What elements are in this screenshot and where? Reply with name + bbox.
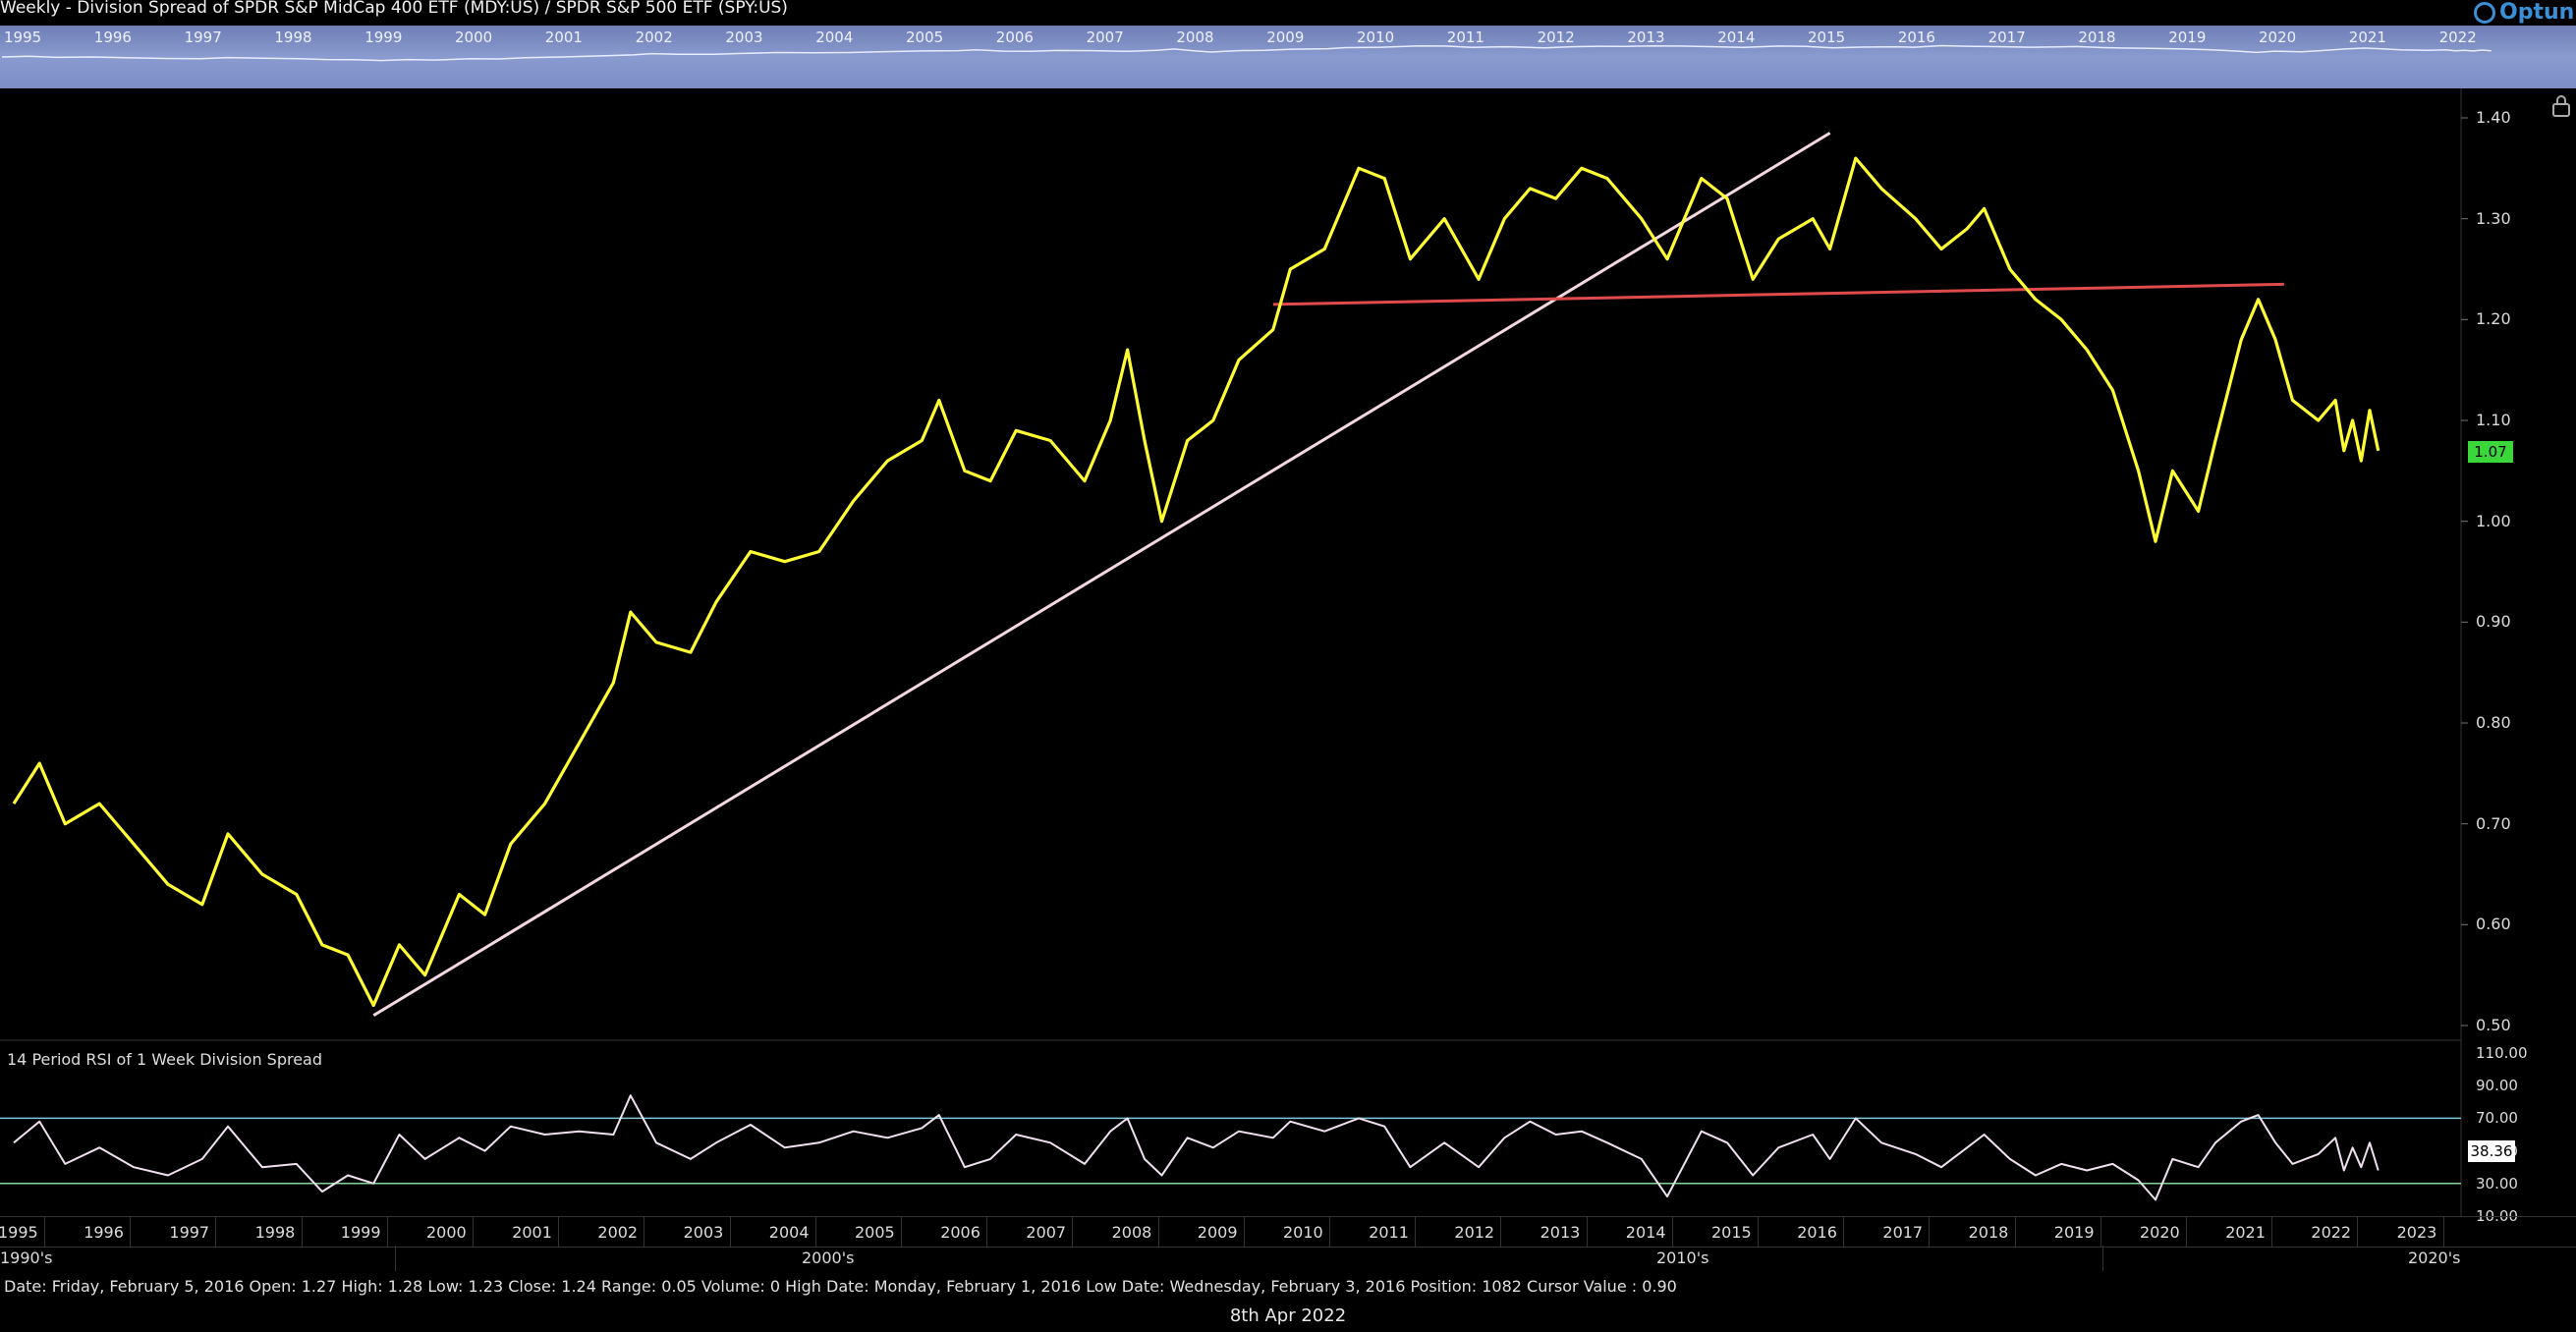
decade-divider	[2102, 1246, 2103, 1271]
lock-icon[interactable]	[2550, 94, 2572, 118]
decade-label: 2000's	[802, 1249, 855, 1267]
year-tick-label: 1999	[340, 1223, 381, 1242]
price-tick-label: 0.80	[2476, 713, 2511, 732]
year-tick-label: 2020	[2140, 1223, 2180, 1242]
year-gridline	[1758, 1217, 1759, 1247]
last-rsi-tag: 38.36	[2468, 1140, 2515, 1162]
year-tick-label: 2000	[426, 1223, 467, 1242]
year-gridline	[1586, 1217, 1588, 1247]
title-bar: Weekly - Division Spread of SPDR S&P Mid…	[0, 0, 2576, 26]
price-tick-label: 1.30	[2476, 208, 2511, 228]
year-gridline	[814, 1217, 816, 1247]
price-tick-label: 0.50	[2476, 1016, 2511, 1034]
year-gridline	[2271, 1217, 2273, 1247]
year-gridline	[301, 1217, 303, 1247]
price-tick-label: 0.70	[2476, 813, 2511, 833]
rsi-tick-label: 70.00	[2476, 1109, 2518, 1128]
rsi-tick-label: 30.00	[2476, 1174, 2518, 1193]
year-gridline	[215, 1217, 217, 1247]
last-price-tag: 1.07	[2468, 441, 2513, 463]
year-gridline	[1671, 1217, 1673, 1247]
year-gridline	[2186, 1217, 2187, 1247]
decade-label: 2020's	[2408, 1249, 2461, 1267]
year-gridline	[1157, 1217, 1159, 1247]
price-tick-label: 1.00	[2476, 511, 2511, 530]
price-tick-label: 1.10	[2476, 411, 2511, 429]
price-tick-label: 0.60	[2476, 915, 2511, 934]
year-tick-label: 1995	[0, 1223, 38, 1242]
rsi-chart-pane[interactable]	[0, 1041, 2576, 1216]
year-tick-label: 2012	[1454, 1223, 1495, 1242]
year-gridline	[44, 1217, 45, 1247]
year-tick-label: 2001	[512, 1223, 552, 1242]
year-gridline	[2100, 1217, 2101, 1247]
year-gridline	[1415, 1217, 1417, 1247]
chart-title: Weekly - Division Spread of SPDR S&P Mid…	[0, 0, 788, 18]
year-tick-label: 2013	[1540, 1223, 1581, 1242]
year-tick-label: 2021	[2225, 1223, 2266, 1242]
rsi-tick-label: 90.00	[2476, 1077, 2518, 1095]
year-gridline	[1329, 1217, 1330, 1247]
year-tick-label: 1996	[84, 1223, 124, 1242]
year-tick-label: 1997	[169, 1223, 210, 1242]
year-gridline	[473, 1217, 474, 1247]
year-gridline	[986, 1217, 988, 1247]
status-bar: Date: Friday, February 5, 2016 Open: 1.2…	[4, 1277, 1677, 1296]
year-tick-label: 2005	[855, 1223, 895, 1242]
logo-text: Optun	[2499, 0, 2575, 25]
rsi-tick-label: 110.00	[2476, 1044, 2528, 1062]
year-tick-label: 2019	[2053, 1223, 2095, 1242]
year-gridline	[1072, 1217, 1074, 1247]
price-chart-pane[interactable]	[0, 88, 2576, 1041]
year-gridline	[901, 1217, 902, 1247]
year-tick-label: 2006	[940, 1223, 980, 1242]
year-gridline	[1500, 1217, 1502, 1247]
year-tick-label: 2009	[1197, 1223, 1238, 1242]
year-axis: 1995 1996 1997 1998 1999 2000 2001 2002 2003 2004…	[0, 1216, 2576, 1248]
year-tick-label: 2008	[1111, 1223, 1152, 1242]
year-gridline	[2357, 1217, 2359, 1247]
year-tick-label: 2015	[1711, 1223, 1752, 1242]
year-gridline	[558, 1217, 560, 1247]
year-gridline	[1243, 1217, 1245, 1247]
decade-label: 2010's	[1656, 1249, 1709, 1267]
price-tick-label: 1.20	[2476, 309, 2511, 329]
navigator-overview-line	[1, 44, 2492, 62]
year-gridline	[1843, 1217, 1845, 1247]
year-gridline	[2014, 1217, 2016, 1247]
trendline[interactable]	[1272, 282, 2284, 306]
year-tick-label: 2010	[1283, 1223, 1323, 1242]
date-stamp: 8th Apr 2022	[1229, 1305, 1347, 1326]
year-gridline	[729, 1217, 731, 1247]
price-tick-label: 1.40	[2476, 108, 2511, 127]
decade-label: 1990's	[0, 1249, 53, 1267]
trendline[interactable]	[372, 132, 1831, 1018]
year-tick-label: 2017	[1882, 1223, 1924, 1242]
decade-axis: 1990's 2000's 2010's 2020's	[0, 1246, 2576, 1271]
year-gridline	[1929, 1217, 1931, 1247]
year-tick-label: 2018	[1968, 1223, 2009, 1242]
year-gridline	[386, 1217, 388, 1247]
logo-icon	[2474, 2, 2495, 24]
year-tick-label: 2004	[768, 1223, 810, 1242]
year-tick-label: 2007	[1026, 1223, 1067, 1242]
price-tick-label: 0.90	[2476, 612, 2511, 632]
date-navigator[interactable]: 1995 1996 1997 1998 1999 2000 2001 2002 2003 2004…	[0, 26, 2576, 88]
spread-line	[12, 156, 2380, 1008]
year-tick-label: 2022	[2311, 1223, 2352, 1242]
year-tick-label: 2002	[597, 1223, 639, 1242]
year-tick-label: 2014	[1625, 1223, 1666, 1242]
decade-divider	[395, 1246, 396, 1271]
year-tick-label: 2003	[683, 1223, 724, 1242]
optuma-logo: Optun	[2468, 0, 2576, 28]
year-gridline	[2442, 1217, 2444, 1247]
year-tick-label: 2023	[2396, 1223, 2437, 1242]
year-tick-label: 1998	[254, 1223, 296, 1242]
year-tick-label: 2016	[1797, 1223, 1837, 1242]
year-tick-label: 2011	[1369, 1223, 1409, 1242]
year-gridline	[130, 1217, 132, 1247]
